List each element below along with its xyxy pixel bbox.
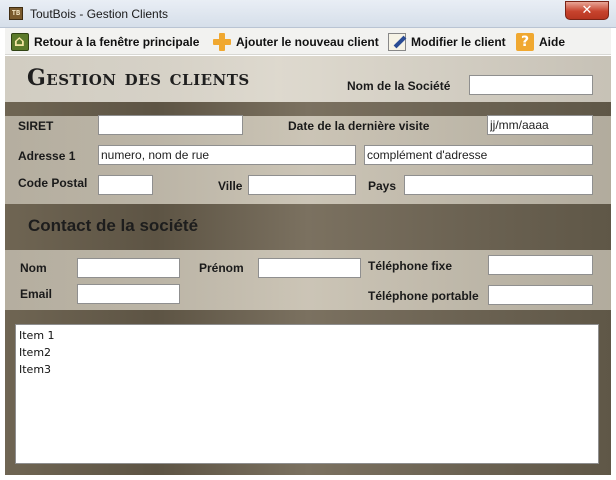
country-field[interactable]	[404, 175, 593, 195]
client-form: Gestion des clients Nom de la Société SI…	[5, 56, 611, 475]
edit-client-label: Modifier le client	[411, 35, 506, 49]
city-label: Ville	[218, 179, 243, 193]
pencil-icon	[388, 33, 406, 51]
siret-field[interactable]	[98, 115, 243, 135]
edit-client-button[interactable]: Modifier le client	[388, 31, 506, 53]
phone-field[interactable]	[488, 255, 593, 275]
close-button[interactable]: ✕	[565, 1, 609, 20]
postal-code-label: Code Postal	[18, 176, 88, 190]
add-client-label: Ajouter le nouveau client	[236, 35, 379, 49]
back-to-main-label: Retour à la fenêtre principale	[34, 35, 200, 49]
lastname-label: Nom	[20, 261, 47, 275]
help-icon: ?	[516, 33, 534, 51]
last-visit-label: Date de la dernière visite	[288, 119, 430, 133]
address2-field[interactable]	[364, 145, 593, 165]
email-field[interactable]	[77, 284, 180, 304]
address-field[interactable]	[98, 145, 356, 165]
company-name-label: Nom de la Société	[347, 79, 451, 93]
firstname-label: Prénom	[199, 261, 244, 275]
window-titlebar: TB ToutBois - Gestion Clients ✕	[0, 0, 616, 28]
help-label: Aide	[539, 35, 566, 49]
client-list[interactable]: Item 1 Item2 Item3	[15, 324, 599, 464]
country-label: Pays	[368, 179, 397, 193]
back-to-main-button[interactable]: Retour à la fenêtre principale	[11, 31, 199, 53]
company-name-field[interactable]	[469, 75, 593, 95]
mobile-label: Téléphone portable	[368, 289, 479, 303]
address-label: Adresse 1	[18, 149, 76, 163]
postal-code-field[interactable]	[98, 175, 153, 195]
firstname-field[interactable]	[258, 258, 361, 278]
page-title: Gestion des clients	[27, 65, 250, 91]
app-icon: TB	[9, 7, 23, 20]
last-visit-field[interactable]	[487, 115, 593, 135]
help-button[interactable]: ? Aide	[516, 31, 565, 53]
email-label: Email	[20, 287, 53, 301]
mobile-field[interactable]	[488, 285, 593, 305]
phone-label: Téléphone fixe	[368, 259, 453, 273]
list-item[interactable]: Item 1	[19, 327, 595, 344]
city-field[interactable]	[248, 175, 356, 195]
plus-icon	[213, 33, 231, 51]
home-icon	[11, 32, 29, 51]
window-title: ToutBois - Gestion Clients	[30, 7, 169, 21]
list-item[interactable]: Item2	[19, 344, 595, 361]
contact-section-title: Contact de la société	[28, 216, 199, 235]
toolbar: Retour à la fenêtre principale Ajouter l…	[5, 28, 611, 55]
lastname-field[interactable]	[77, 258, 180, 278]
add-client-button[interactable]: Ajouter le nouveau client	[213, 31, 379, 53]
list-item[interactable]: Item3	[19, 361, 595, 378]
siret-label: SIRET	[18, 119, 54, 133]
